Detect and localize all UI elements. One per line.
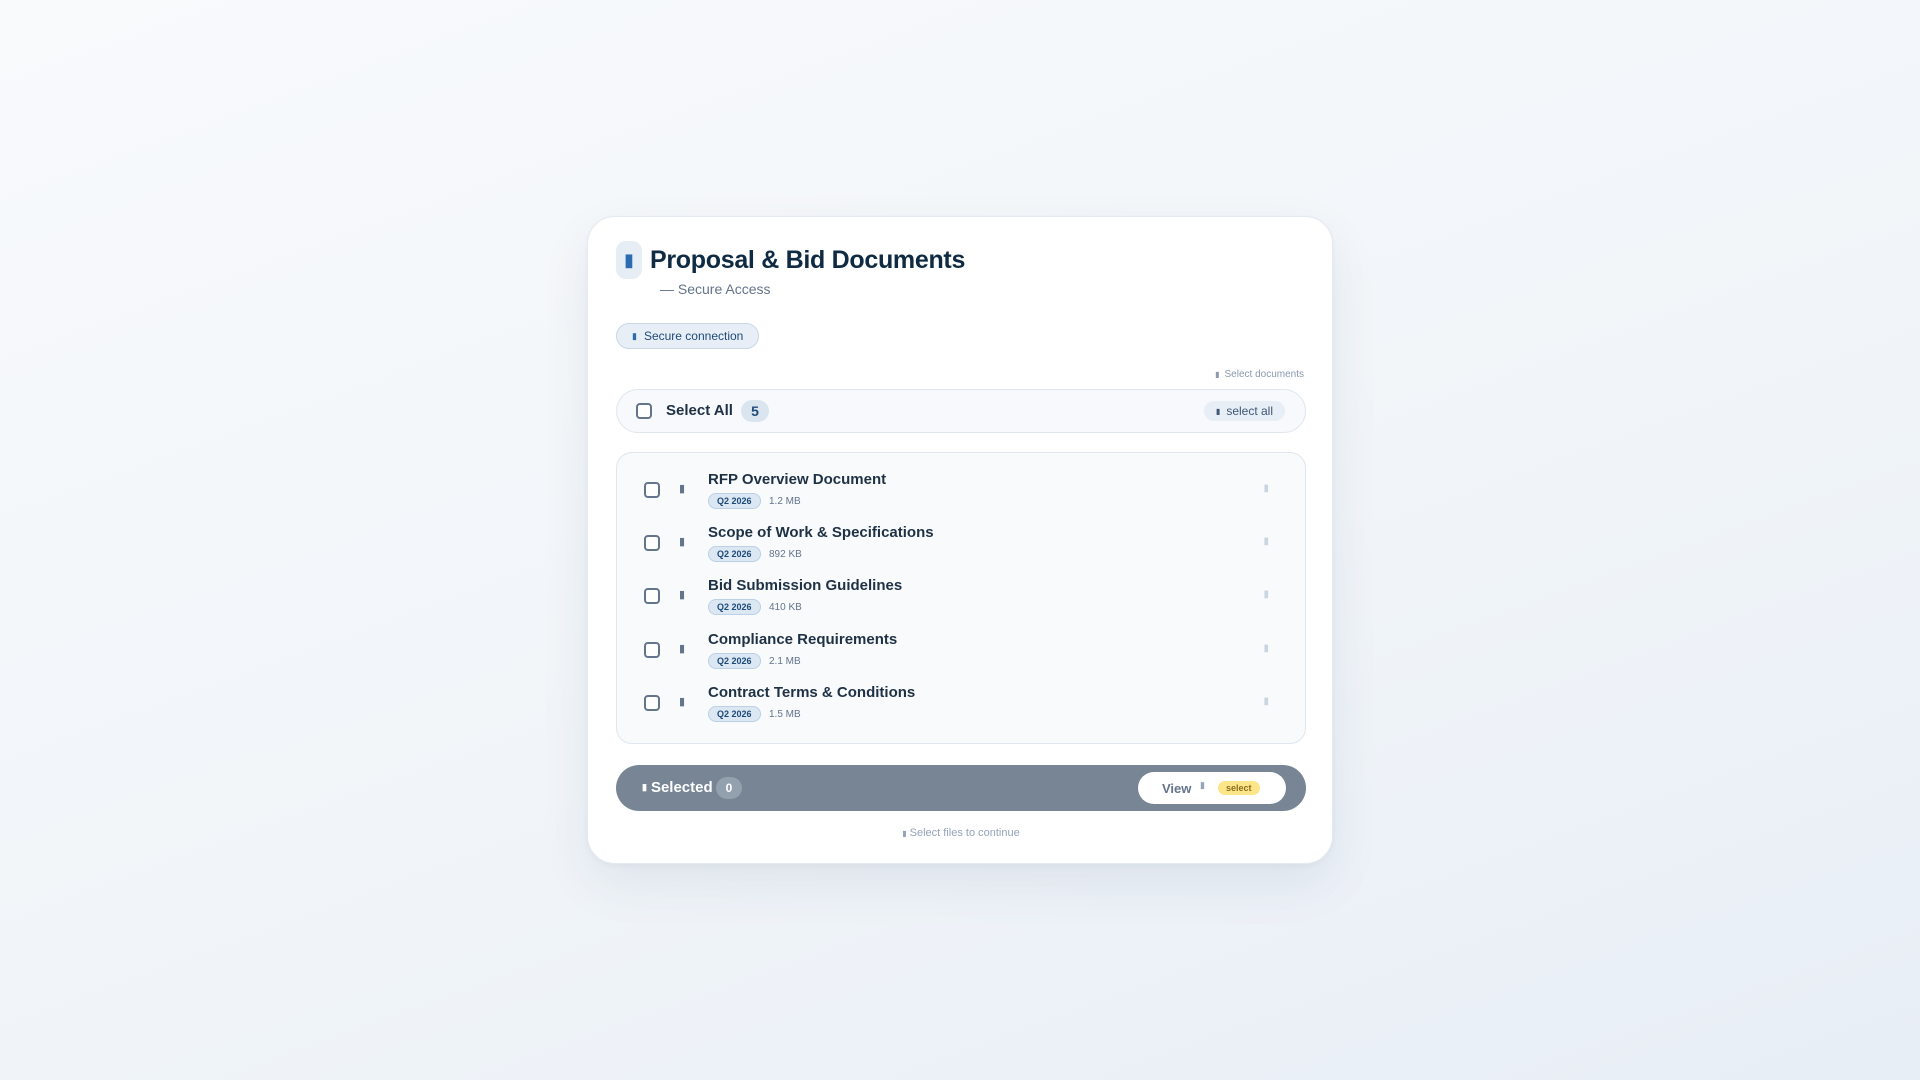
- file-icon: ▮: [679, 536, 686, 548]
- pointer-icon: ▮: [1215, 406, 1221, 416]
- quarter-badge: Q2 2026: [708, 599, 761, 615]
- select-all-bar[interactable]: Select All 5 ▮ select all: [616, 389, 1306, 433]
- select-documents-hint: ▮ Select documents: [1215, 369, 1304, 380]
- lock-icon: ▮: [632, 330, 637, 341]
- check-icon: ▮: [642, 782, 647, 792]
- row-action-icon[interactable]: ▮: [1263, 536, 1269, 547]
- select-all-chip-label: select all: [1226, 404, 1273, 418]
- document-name: Bid Submission Guidelines: [708, 577, 903, 594]
- view-button-label: View: [1162, 781, 1192, 796]
- document-checkbox[interactable]: [644, 695, 660, 711]
- selected-count-badge: 0: [716, 777, 742, 799]
- file-icon: ▮: [679, 696, 686, 708]
- document-name: Scope of Work & Specifications: [708, 524, 934, 541]
- document-checkbox[interactable]: [644, 588, 660, 604]
- page-title: Proposal & Bid Documents: [650, 246, 966, 274]
- file-size: 410 KB: [769, 602, 802, 613]
- document-row[interactable]: ▮ Bid Submission Guidelines Q2 2026 410 …: [617, 574, 1305, 618]
- document-count-badge: 5: [741, 400, 769, 422]
- document-row[interactable]: ▮ Scope of Work & Specifications Q2 2026…: [617, 521, 1305, 565]
- info-icon: ▮: [902, 829, 907, 838]
- select-tag: select: [1218, 781, 1260, 795]
- view-button[interactable]: View ▮ select: [1138, 772, 1286, 804]
- page-subtitle: — Secure Access: [660, 281, 771, 297]
- secure-connection-label: Secure connection: [643, 329, 744, 343]
- documents-card: ▮ Proposal & Bid Documents — Secure Acce…: [587, 216, 1333, 864]
- quarter-badge: Q2 2026: [708, 706, 761, 722]
- footer-hint-text: Select files to continue: [909, 827, 1020, 839]
- document-name: RFP Overview Document: [708, 471, 887, 488]
- select-documents-label: Select documents: [1224, 369, 1305, 380]
- document-row[interactable]: ▮ RFP Overview Document Q2 2026 1.2 MB ▮: [617, 468, 1305, 512]
- info-icon: ▮: [1215, 370, 1220, 379]
- row-action-icon[interactable]: ▮: [1263, 643, 1269, 654]
- selected-text: Selected: [650, 779, 713, 796]
- document-list: ▮ RFP Overview Document Q2 2026 1.2 MB ▮…: [616, 452, 1306, 744]
- document-checkbox[interactable]: [644, 642, 660, 658]
- footer-hint: ▮ Select files to continue: [588, 827, 1334, 839]
- document-name: Compliance Requirements: [708, 631, 898, 648]
- folder-icon: ▮: [616, 241, 642, 279]
- file-size: 892 KB: [769, 549, 802, 560]
- document-row[interactable]: ▮ Contract Terms & Conditions Q2 2026 1.…: [617, 681, 1305, 725]
- row-action-icon[interactable]: ▮: [1263, 696, 1269, 707]
- selection-action-bar: ▮ Selected 0 View ▮ select: [616, 765, 1306, 811]
- document-checkbox[interactable]: [644, 482, 660, 498]
- document-checkbox[interactable]: [644, 535, 660, 551]
- row-action-icon[interactable]: ▮: [1263, 483, 1269, 494]
- file-icon: ▮: [679, 483, 686, 495]
- document-name: Contract Terms & Conditions: [708, 684, 916, 701]
- row-action-icon[interactable]: ▮: [1263, 589, 1269, 600]
- document-row[interactable]: ▮ Compliance Requirements Q2 2026 2.1 MB…: [617, 628, 1305, 672]
- select-all-chip-button[interactable]: ▮ select all: [1203, 401, 1285, 421]
- select-all-label[interactable]: Select All: [666, 402, 733, 419]
- file-icon: ▮: [679, 643, 686, 655]
- eye-icon: ▮: [1200, 780, 1205, 790]
- file-size: 1.5 MB: [769, 709, 801, 720]
- quarter-badge: Q2 2026: [708, 493, 761, 509]
- secure-connection-badge: ▮ Secure connection: [616, 323, 760, 349]
- file-icon: ▮: [679, 589, 686, 601]
- select-all-checkbox[interactable]: [636, 403, 652, 419]
- selected-label: ▮ Selected: [642, 779, 713, 796]
- quarter-badge: Q2 2026: [708, 653, 761, 669]
- quarter-badge: Q2 2026: [708, 546, 761, 562]
- file-size: 2.1 MB: [769, 656, 801, 667]
- file-size: 1.2 MB: [769, 496, 801, 507]
